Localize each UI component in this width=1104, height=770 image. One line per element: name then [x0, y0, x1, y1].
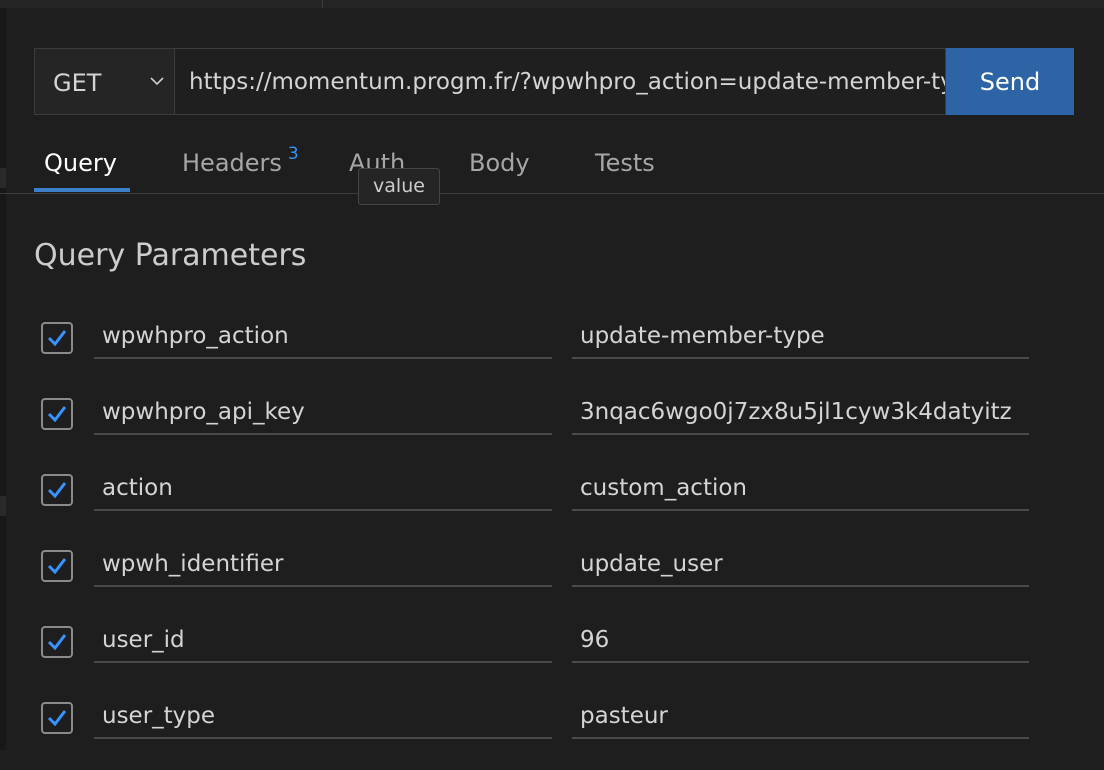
checkmark-icon	[47, 710, 67, 727]
param-value-input[interactable]	[572, 466, 1029, 511]
checkmark-icon	[47, 482, 67, 499]
param-key-input[interactable]	[94, 390, 552, 435]
request-tabs: Query Headers 3 Auth Body Tests	[0, 130, 1104, 194]
checkmark-icon	[47, 406, 67, 423]
tab-body-label: Body	[469, 149, 530, 177]
param-checkbox[interactable]	[41, 626, 73, 658]
param-row	[0, 542, 1104, 618]
param-key-input[interactable]	[94, 466, 552, 511]
param-row	[0, 694, 1104, 770]
checkmark-icon	[47, 558, 67, 575]
tab-tests-label: Tests	[595, 149, 655, 177]
headers-count-badge: 3	[287, 144, 299, 164]
tab-tests[interactable]: Tests	[595, 146, 655, 192]
param-row	[0, 466, 1104, 542]
top-bar-divider	[322, 0, 323, 8]
param-value-input[interactable]	[572, 542, 1029, 587]
method-select[interactable]: GET	[34, 48, 174, 115]
tabs-divider	[0, 193, 1104, 194]
param-value-input[interactable]	[572, 390, 1029, 435]
checkmark-icon	[47, 330, 67, 347]
param-row	[0, 618, 1104, 694]
param-checkbox[interactable]	[41, 398, 73, 430]
tab-query[interactable]: Query	[44, 146, 117, 192]
tab-headers-label: Headers	[182, 149, 282, 177]
param-key-input[interactable]	[94, 314, 552, 359]
url-input[interactable]	[174, 48, 946, 115]
param-row	[0, 314, 1104, 390]
param-checkbox[interactable]	[41, 474, 73, 506]
top-bar	[0, 0, 1104, 8]
param-value-input[interactable]	[572, 694, 1029, 739]
param-checkbox[interactable]	[41, 702, 73, 734]
param-key-input[interactable]	[94, 542, 552, 587]
method-label: GET	[53, 69, 102, 97]
tab-query-label: Query	[44, 149, 117, 177]
param-value-input[interactable]	[572, 314, 1029, 359]
checkmark-icon	[47, 634, 67, 651]
active-tab-indicator	[34, 188, 130, 192]
param-key-input[interactable]	[94, 694, 552, 739]
param-key-input[interactable]	[94, 618, 552, 663]
chevron-down-icon	[150, 77, 164, 86]
query-parameters-title: Query Parameters	[34, 238, 307, 273]
param-checkbox[interactable]	[41, 550, 73, 582]
tab-body[interactable]: Body	[469, 146, 530, 192]
tooltip: value	[358, 168, 440, 205]
tab-headers[interactable]: Headers 3	[182, 144, 299, 192]
param-row	[0, 390, 1104, 466]
param-checkbox[interactable]	[41, 322, 73, 354]
send-button[interactable]: Send	[946, 48, 1074, 115]
param-value-input[interactable]	[572, 618, 1029, 663]
